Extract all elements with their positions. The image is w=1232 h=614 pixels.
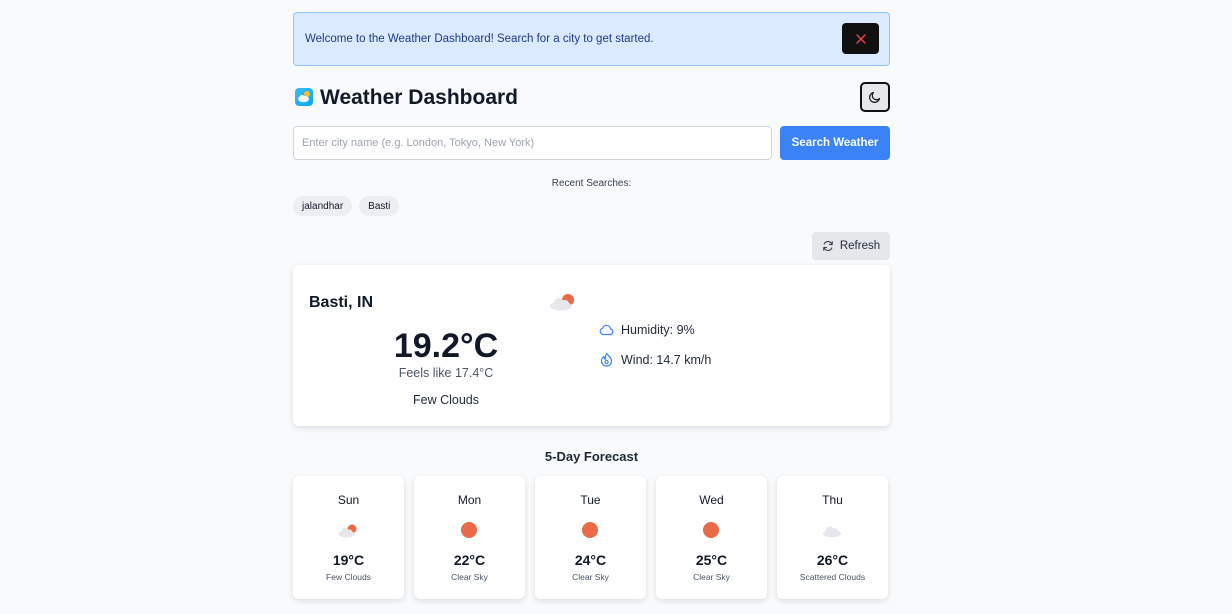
recent-search-chip[interactable]: Basti [359, 196, 400, 216]
theme-toggle-button[interactable] [860, 82, 890, 112]
forecast-temp: 22°C [453, 552, 486, 568]
forecast-temp: 19°C [332, 552, 365, 568]
wind-icon [600, 352, 613, 367]
sun-icon [582, 522, 598, 538]
few-clouds-icon [550, 294, 574, 311]
forecast-list: Sun 19°C Few Clouds Mon 22°C Clear Sky T… [293, 476, 890, 599]
forecast-temp: 24°C [574, 552, 607, 568]
header: Weather Dashboard [293, 82, 890, 118]
recent-searches-label: Recent Searches: [551, 178, 632, 189]
city-name: Basti, IN [309, 294, 374, 311]
forecast-desc: Scattered Clouds [799, 572, 866, 582]
forecast-card: Tue 24°C Clear Sky [535, 476, 646, 599]
forecast-day: Sun [337, 493, 360, 507]
refresh-button[interactable]: Refresh [812, 232, 890, 260]
current-temperature: 19.2°C [393, 327, 499, 365]
page-title: Weather Dashboard [320, 86, 518, 109]
forecast-desc: Clear Sky [693, 572, 730, 582]
forecast-desc: Clear Sky [451, 572, 488, 582]
banner-message: Welcome to the Weather Dashboard! Search… [305, 33, 654, 45]
banner-close-button[interactable] [842, 23, 879, 54]
recent-search-chip[interactable]: jalandhar [293, 196, 353, 216]
search-weather-button[interactable]: Search Weather [780, 126, 890, 160]
feels-like: Feels like 17.4°C [398, 366, 494, 380]
forecast-temp: 26°C [816, 552, 849, 568]
forecast-temp: 25°C [695, 552, 728, 568]
forecast-card: Mon 22°C Clear Sky [414, 476, 525, 599]
sun-icon [703, 522, 719, 538]
forecast-card: Thu 26°C Scattered Clouds [777, 476, 888, 599]
weather-description: Few Clouds [413, 393, 479, 407]
forecast-card: Sun 19°C Few Clouds [293, 476, 404, 599]
close-icon [855, 33, 866, 44]
cloud-sun-logo-icon [295, 88, 313, 106]
moon-icon [869, 91, 881, 103]
forecast-day: Thu [822, 493, 843, 507]
current-weather-card: Basti, IN 19.2°C Feels like 17.4°C Few C… [293, 265, 890, 426]
forecast-desc: Few Clouds [326, 572, 371, 582]
forecast-desc: Clear Sky [572, 572, 609, 582]
few-clouds-icon [338, 524, 357, 538]
humidity-stat: Humidity: 9% [599, 323, 695, 337]
humidity-value: Humidity: 9% [621, 323, 695, 337]
forecast-day: Mon [457, 493, 482, 507]
recent-searches-list: jalandhar Basti [293, 196, 400, 216]
refresh-label: Refresh [839, 240, 881, 252]
forecast-card: Wed 25°C Clear Sky [656, 476, 767, 599]
refresh-icon [823, 241, 833, 251]
cloud-icon [599, 324, 614, 336]
sun-icon [461, 522, 477, 538]
forecast-day: Wed [699, 493, 724, 507]
wind-stat: Wind: 14.7 km/h [599, 352, 711, 367]
city-search-input[interactable] [293, 126, 772, 160]
forecast-day: Tue [580, 493, 601, 507]
cloud-icon [823, 526, 841, 538]
welcome-banner: Welcome to the Weather Dashboard! Search… [293, 12, 890, 66]
wind-value: Wind: 14.7 km/h [621, 352, 712, 367]
forecast-title: 5-Day Forecast [544, 449, 639, 464]
